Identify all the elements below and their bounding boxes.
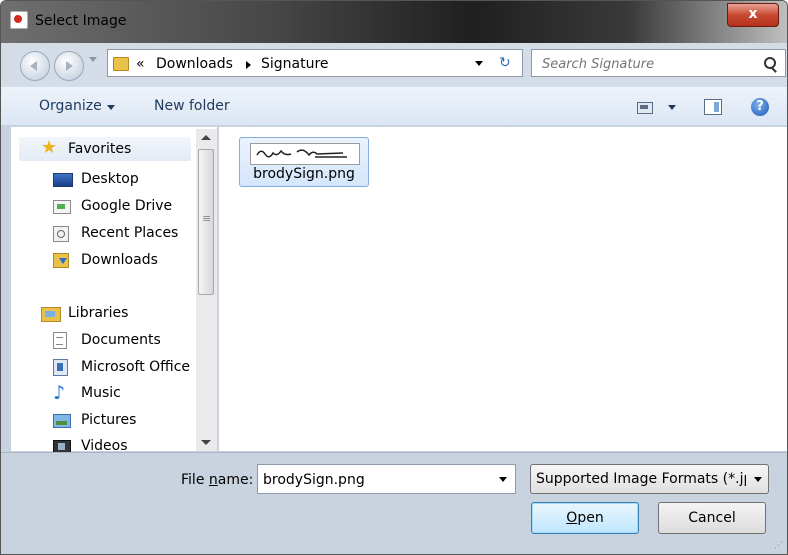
file-list[interactable]: brodySign.png <box>219 127 787 451</box>
cancel-button[interactable]: Cancel <box>658 502 766 534</box>
music-icon: ♪ <box>53 382 66 404</box>
title-bar[interactable]: Select Image x <box>1 1 787 43</box>
file-name-label-suffix: ame: <box>217 472 254 488</box>
sidebar-item-label: Recent Places <box>81 225 179 241</box>
sidebar-item-label: Google Drive <box>81 198 173 214</box>
sidebar-item-label: Downloads <box>81 252 158 268</box>
google-drive-icon <box>53 200 71 214</box>
file-type-dropdown-icon[interactable] <box>754 477 762 482</box>
microsoft-office-icon <box>53 359 68 376</box>
file-name-field[interactable] <box>258 465 493 495</box>
preview-pane-icon[interactable] <box>704 99 722 115</box>
address-dropdown-icon[interactable] <box>475 61 483 66</box>
file-type-select[interactable]: Supported Image Formats (*.jpɡ <box>530 464 769 494</box>
file-name-dropdown-icon[interactable] <box>499 477 507 482</box>
change-view-icon[interactable] <box>637 102 653 114</box>
navigation-pane: ★ Favorites Desktop Google Drive Recent … <box>11 127 217 454</box>
file-type-value: Supported Image Formats (*.jpɡ <box>536 471 746 487</box>
scroll-up-icon[interactable] <box>201 135 211 140</box>
recent-places-icon <box>53 226 69 242</box>
open-button[interactable]: Open <box>531 502 639 534</box>
views-dropdown-icon[interactable] <box>668 105 676 110</box>
file-name-label-accelerator: n <box>208 472 218 488</box>
window-title: Select Image <box>35 13 127 29</box>
breadcrumb-signature[interactable]: Signature <box>261 56 329 72</box>
sidebar-item-label: Microsoft Office <box>81 359 191 375</box>
sidebar-item-label: Desktop <box>81 171 139 187</box>
address-bar[interactable]: « Downloads Signature ↻ <box>107 49 523 77</box>
file-name-combobox[interactable] <box>257 464 516 495</box>
signature-image-icon <box>256 149 347 158</box>
command-bar: Organize New folder <box>1 87 787 126</box>
app-icon <box>10 11 28 29</box>
search-icon[interactable] <box>764 57 776 69</box>
folder-icon <box>113 57 129 71</box>
pictures-icon <box>53 414 71 428</box>
sidebar-item-label: Pictures <box>81 412 137 428</box>
new-folder-button[interactable]: New folder <box>154 98 230 114</box>
open-accelerator: O <box>566 510 578 526</box>
recent-locations-dropdown-icon[interactable] <box>89 57 97 62</box>
help-icon[interactable]: ? <box>751 98 769 116</box>
sidebar-item-label: Music <box>81 385 121 401</box>
scroll-down-icon[interactable] <box>201 440 211 445</box>
forward-arrow-icon <box>66 61 73 71</box>
sidebar-item-label: Favorites <box>68 141 132 157</box>
sidebar-item-label: Libraries <box>68 305 129 321</box>
search-input[interactable] <box>532 50 764 78</box>
file-item[interactable]: brodySign.png <box>239 137 369 187</box>
back-button[interactable] <box>20 51 50 81</box>
forward-button[interactable] <box>54 51 84 81</box>
organize-button[interactable]: Organize <box>39 98 102 114</box>
close-button[interactable]: x <box>727 3 779 27</box>
downloads-icon <box>53 253 69 268</box>
open-label: pen <box>577 510 604 526</box>
file-name: brodySign.png <box>253 166 355 182</box>
breadcrumb-separator-icon[interactable] <box>246 61 251 69</box>
file-name-label-prefix: File <box>181 472 209 488</box>
search-box[interactable] <box>531 49 786 78</box>
desktop-icon <box>53 173 73 187</box>
select-image-dialog: Select Image x « Downloads Signature ↻ O… <box>0 0 788 555</box>
back-arrow-icon <box>30 61 37 71</box>
resize-grip-icon[interactable]: ⋰ <box>774 541 783 551</box>
documents-icon <box>53 332 67 349</box>
navigation-scrollbar[interactable] <box>196 129 217 451</box>
signature-thumbnail <box>250 143 360 165</box>
star-icon: ★ <box>41 137 58 158</box>
libraries-icon <box>41 307 61 322</box>
organize-dropdown-icon[interactable] <box>107 105 115 110</box>
dialog-footer: File name: Supported Image Formats (*.jp… <box>1 452 787 554</box>
file-name-label: File name: <box>181 472 253 488</box>
breadcrumb-overflow[interactable]: « <box>136 56 145 72</box>
scrollbar-thumb[interactable] <box>198 149 214 295</box>
breadcrumb-downloads[interactable]: Downloads <box>156 56 233 72</box>
refresh-icon[interactable]: ↻ <box>499 55 511 71</box>
sidebar-item-favorites[interactable]: ★ Favorites <box>19 137 191 161</box>
sidebar-item-label: Documents <box>81 332 161 348</box>
